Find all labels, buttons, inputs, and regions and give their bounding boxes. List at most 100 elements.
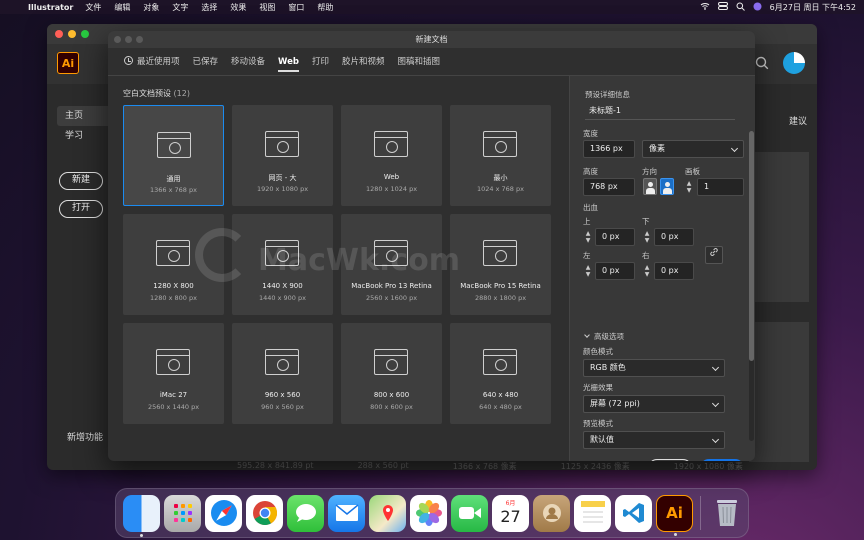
chevron-down-icon[interactable]: ▼: [586, 271, 591, 278]
menu-help[interactable]: 帮助: [317, 2, 333, 13]
notes-icon[interactable]: [574, 494, 611, 532]
clock-text[interactable]: 6月27日 周日 下午4:52: [770, 2, 856, 13]
minimize-window-icon[interactable]: [68, 30, 76, 38]
app-menu[interactable]: Illustrator: [28, 3, 73, 12]
wifi-icon[interactable]: [700, 2, 710, 12]
link-icon[interactable]: [705, 246, 723, 264]
preset-card[interactable]: 800 x 600 800 x 600 px: [341, 323, 442, 424]
safari-icon[interactable]: [205, 494, 242, 532]
recent-file-thumbnail[interactable]: [749, 322, 809, 462]
bleed-left-field[interactable]: 0 px: [595, 262, 635, 280]
bleed-top-field[interactable]: 0 px: [595, 228, 635, 246]
details-scrollbar[interactable]: [749, 131, 754, 441]
document-name-field[interactable]: 未标题-1: [585, 104, 735, 120]
trash-icon[interactable]: [708, 495, 745, 532]
preset-card[interactable]: MacBook Pro 15 Retina 2880 x 1800 px: [450, 214, 551, 315]
menu-type[interactable]: 文字: [172, 2, 188, 13]
minimize-window-icon[interactable]: [125, 36, 132, 43]
menu-window[interactable]: 窗口: [288, 2, 304, 13]
chevron-up-icon[interactable]: ▲: [586, 264, 591, 271]
bleed-left-stepper[interactable]: ▲ ▼: [583, 262, 593, 280]
preview-mode-select[interactable]: 默认值: [583, 431, 725, 449]
menu-object[interactable]: 对象: [143, 2, 159, 13]
chevron-up-icon[interactable]: ▲: [645, 230, 650, 237]
chevron-down-icon[interactable]: ▼: [687, 187, 692, 194]
tab-saved[interactable]: 已保存: [193, 48, 219, 76]
artboards-label: 画板: [685, 167, 700, 176]
zoom-window-icon[interactable]: [136, 36, 143, 43]
portrait-orientation-button[interactable]: [643, 178, 657, 195]
bleed-top-stepper[interactable]: ▲ ▼: [583, 228, 593, 246]
tab-web[interactable]: Web: [278, 48, 299, 76]
chevron-up-icon[interactable]: ▲: [687, 180, 692, 187]
close-button[interactable]: 关闭: [648, 459, 692, 461]
chevron-down-icon[interactable]: ▼: [645, 237, 650, 244]
illustrator-icon[interactable]: Ai: [656, 494, 693, 536]
preset-card[interactable]: Web 1280 x 1024 px: [341, 105, 442, 206]
avatar[interactable]: [783, 52, 805, 74]
preset-card[interactable]: 网页 - 大 1920 x 1080 px: [232, 105, 333, 206]
chrome-icon[interactable]: [246, 494, 283, 532]
contacts-icon[interactable]: [533, 494, 570, 532]
vscode-icon[interactable]: [615, 494, 652, 532]
maps-icon[interactable]: [369, 494, 406, 532]
tab-recent[interactable]: 最近使用项: [124, 48, 180, 76]
advanced-options-toggle[interactable]: 高级选项: [584, 331, 624, 342]
preset-card[interactable]: 960 x 560 960 x 560 px: [232, 323, 333, 424]
width-field[interactable]: 1366 px: [583, 140, 635, 158]
launchpad-icon[interactable]: [164, 494, 201, 532]
bleed-right-field[interactable]: 0 px: [654, 262, 694, 280]
color-mode-select[interactable]: RGB 颜色: [583, 359, 725, 377]
chevron-down-icon[interactable]: ▼: [586, 237, 591, 244]
finder-icon[interactable]: [123, 494, 160, 537]
scrollbar-thumb[interactable]: [749, 131, 754, 361]
preset-card[interactable]: 通用 1366 x 768 px: [123, 105, 224, 206]
bleed-bottom-stepper[interactable]: ▲ ▼: [642, 228, 652, 246]
preset-card[interactable]: iMac 27 2560 x 1440 px: [123, 323, 224, 424]
bleed-right-stepper[interactable]: ▲ ▼: [642, 262, 652, 280]
watermark-logo: [195, 228, 249, 282]
tab-print[interactable]: 打印: [312, 48, 329, 76]
calendar-icon[interactable]: 6月 27: [492, 494, 529, 532]
unit-select[interactable]: 像素: [642, 140, 744, 158]
chevron-up-icon[interactable]: ▲: [586, 230, 591, 237]
open-button[interactable]: 打开: [59, 200, 103, 218]
search-icon[interactable]: [755, 56, 769, 70]
new-button[interactable]: 新建: [59, 172, 103, 190]
zoom-window-icon[interactable]: [81, 30, 89, 38]
artboards-stepper[interactable]: ▲ ▼: [684, 178, 694, 196]
chevron-up-icon[interactable]: ▲: [645, 264, 650, 271]
bleed-bottom-field[interactable]: 0 px: [654, 228, 694, 246]
preset-card[interactable]: 最小 1024 x 768 px: [450, 105, 551, 206]
new-features-link[interactable]: 新增功能: [67, 430, 103, 443]
tab-art-illustration[interactable]: 图稿和插图: [398, 48, 441, 76]
menu-effect[interactable]: 效果: [230, 2, 246, 13]
mail-icon[interactable]: [328, 494, 365, 532]
menu-select[interactable]: 选择: [201, 2, 217, 13]
preset-card[interactable]: 640 x 480 640 x 480 px: [450, 323, 551, 424]
dock-divider: [700, 496, 701, 530]
tab-film-video[interactable]: 胶片和视频: [342, 48, 385, 76]
control-center-icon[interactable]: [717, 2, 728, 12]
artboards-field[interactable]: 1: [697, 178, 744, 196]
menu-file[interactable]: 文件: [85, 2, 101, 13]
illustrator-icon-label: Ai: [666, 504, 683, 522]
menu-edit[interactable]: 编辑: [114, 2, 130, 13]
raster-effects-select[interactable]: 屏幕 (72 ppi): [583, 395, 725, 413]
photos-icon[interactable]: [410, 494, 447, 532]
close-window-icon[interactable]: [114, 36, 121, 43]
search-icon[interactable]: [736, 2, 745, 13]
height-field[interactable]: 768 px: [583, 178, 635, 196]
landscape-orientation-button[interactable]: [660, 178, 674, 195]
facetime-icon[interactable]: [451, 494, 488, 532]
recent-file-thumbnail[interactable]: [749, 152, 809, 302]
tab-mobile[interactable]: 移动设备: [231, 48, 265, 76]
create-button[interactable]: 创建: [700, 459, 744, 461]
preset-name: MacBook Pro 13 Retina: [351, 282, 432, 290]
recent-size: 1920 x 1080 像素: [673, 462, 743, 470]
menu-view[interactable]: 视图: [259, 2, 275, 13]
siri-icon[interactable]: [753, 2, 762, 13]
chevron-down-icon[interactable]: ▼: [645, 271, 650, 278]
messages-icon[interactable]: [287, 494, 324, 532]
close-window-icon[interactable]: [55, 30, 63, 38]
